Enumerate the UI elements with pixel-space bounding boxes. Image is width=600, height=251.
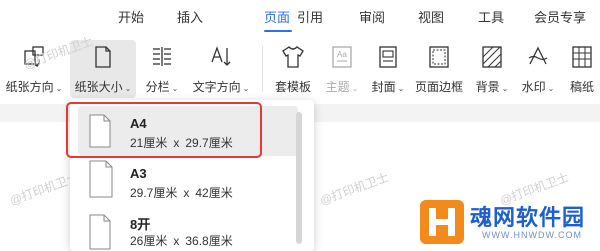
columns-button[interactable]: 分栏 ⌄ bbox=[140, 40, 184, 98]
menu-tab-review[interactable]: 审阅 bbox=[359, 7, 385, 26]
page-border-button[interactable]: 页面边框 bbox=[410, 40, 468, 98]
template-label: 套模板 bbox=[274, 80, 311, 94]
paper-size-dimensions: 26厘米 x 36.8厘米 bbox=[130, 234, 233, 248]
logo-title: 魂网软件园 bbox=[470, 205, 586, 230]
menu-tab-start[interactable]: 开始 bbox=[118, 7, 144, 26]
chevron-down-icon: ⌄ bbox=[351, 84, 359, 93]
paper-size-name: 8开 bbox=[130, 217, 151, 232]
paper-sheet-icon bbox=[89, 214, 111, 250]
watermark-icon bbox=[528, 46, 548, 65]
columns-label: 分栏 bbox=[145, 80, 170, 94]
menu-tab-view[interactable]: 视图 bbox=[418, 7, 444, 26]
menu-tab-tools[interactable]: 工具 bbox=[478, 7, 504, 26]
theme-label: 主题 bbox=[325, 80, 350, 94]
cover-button[interactable]: 封面 ⌄ bbox=[368, 40, 408, 98]
paper-size-option-a4[interactable]: A4 21厘米 x 29.7厘米 bbox=[78, 106, 298, 156]
ribbon-divider bbox=[262, 46, 263, 92]
paper-size-option-a3[interactable]: A3 29.7厘米 x 42厘米 bbox=[78, 156, 298, 206]
background-label: 背景 bbox=[475, 80, 500, 94]
columns-icon bbox=[153, 47, 171, 66]
theme-icon: Aa bbox=[332, 46, 352, 68]
paper-size-name: A3 bbox=[130, 166, 147, 181]
chevron-down-icon: ⌄ bbox=[397, 84, 405, 93]
menu-bar: 开始 插入 页面 引用 审阅 视图 工具 会员专享 bbox=[0, 0, 600, 34]
page-size-label: 纸张大小 bbox=[74, 80, 123, 94]
paper-size-dropdown: A4 21厘米 x 29.7厘米 A3 29.7厘米 x 42厘米 8开 26厘米 x 36… bbox=[70, 100, 314, 251]
chevron-down-icon: ⌄ bbox=[55, 84, 63, 93]
cover-label: 封面 bbox=[371, 80, 396, 94]
site-logo: 魂网软件园 WWW.HNWDW.COM bbox=[416, 196, 600, 251]
menu-tab-insert[interactable]: 插入 bbox=[177, 7, 203, 26]
text-direction-label: 文字方向 bbox=[192, 80, 241, 94]
text-direction-button[interactable]: 文字方向 ⌄ bbox=[188, 40, 254, 98]
logo-h-icon bbox=[420, 200, 464, 244]
menu-tab-page[interactable]: 页面 bbox=[264, 7, 290, 26]
paper-size-option-8k[interactable]: 8开 26厘米 x 36.8厘米 bbox=[78, 204, 298, 251]
paper-sheet-icon bbox=[89, 114, 111, 148]
theme-button[interactable]: Aa 主题 ⌄ bbox=[320, 40, 364, 98]
menu-tab-references[interactable]: 引用 bbox=[297, 7, 323, 26]
menu-tab-member[interactable]: 会员专享 bbox=[534, 7, 586, 26]
manuscript-label: 稿纸 bbox=[569, 80, 594, 94]
dropdown-scrollbar[interactable] bbox=[296, 112, 302, 244]
template-button[interactable]: 套模板 bbox=[270, 40, 316, 98]
background-icon bbox=[482, 46, 502, 68]
paper-sheet-icon bbox=[89, 160, 113, 198]
page-orientation-label: 纸张方向 bbox=[5, 80, 54, 94]
chevron-down-icon: ⌄ bbox=[547, 84, 555, 93]
template-shirt-icon bbox=[282, 46, 304, 68]
svg-text:Aa: Aa bbox=[337, 50, 347, 59]
chevron-down-icon: ⌄ bbox=[124, 84, 132, 93]
watermark-label: 水印 bbox=[521, 80, 546, 94]
page-border-label: 页面边框 bbox=[414, 80, 463, 94]
chevron-down-icon: ⌄ bbox=[242, 84, 250, 93]
paper-size-dimensions: 21厘米 x 29.7厘米 bbox=[130, 136, 233, 150]
cover-icon bbox=[379, 46, 397, 68]
paper-size-dimensions: 29.7厘米 x 42厘米 bbox=[130, 186, 233, 200]
chevron-down-icon: ⌄ bbox=[171, 84, 179, 93]
watermark-button[interactable]: 水印 ⌄ bbox=[516, 40, 560, 98]
text-direction-icon bbox=[211, 46, 231, 66]
logo-subtitle: WWW.HNWDW.COM bbox=[482, 230, 582, 240]
paper-size-name: A4 bbox=[130, 116, 147, 131]
manuscript-icon bbox=[572, 46, 592, 68]
active-tab-indicator bbox=[264, 30, 292, 32]
background-button[interactable]: 背景 ⌄ bbox=[470, 40, 514, 98]
page-border-icon bbox=[429, 46, 449, 68]
manuscript-button[interactable]: 稿纸 bbox=[564, 40, 600, 98]
chevron-down-icon: ⌄ bbox=[501, 84, 509, 93]
